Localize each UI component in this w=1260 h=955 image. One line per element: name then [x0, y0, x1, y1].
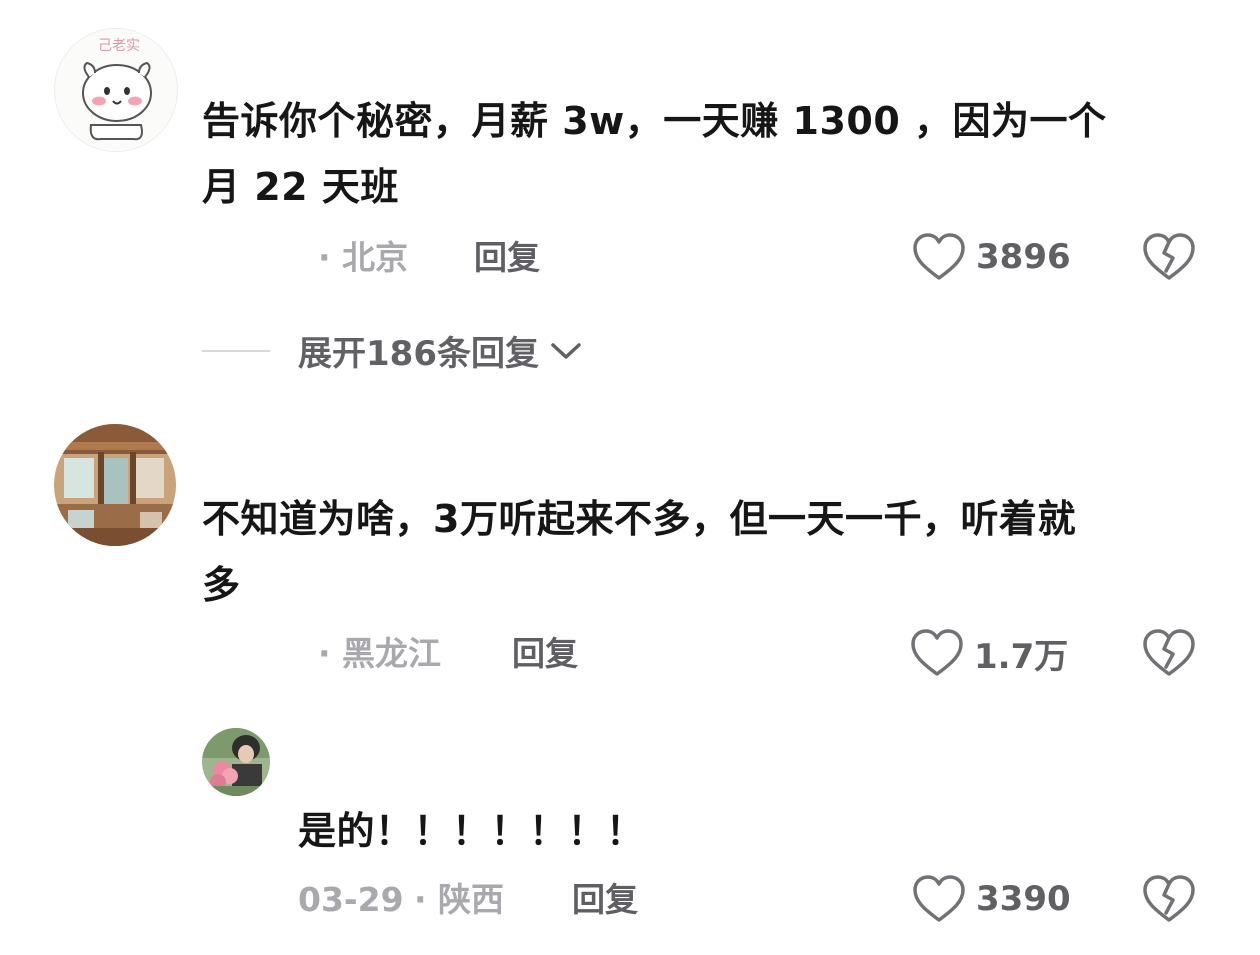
- expand-replies-label: 展开186条回复: [298, 334, 539, 374]
- avatar-interior-photo[interactable]: [54, 424, 176, 546]
- broken-heart-icon: [1143, 875, 1195, 922]
- avatar-watermark-text: 己老实: [98, 38, 140, 54]
- dislike-button[interactable]: [1142, 627, 1196, 679]
- reply-button[interactable]: 回复: [474, 238, 540, 278]
- dislike-button[interactable]: [1142, 231, 1196, 283]
- portrait-photo-image: [202, 728, 270, 796]
- heart-outline-icon: [911, 629, 963, 676]
- reply-button[interactable]: 回复: [512, 634, 578, 674]
- comment-date: 03-29: [298, 880, 404, 919]
- cartoon-avatar-image: 己老实: [55, 29, 177, 151]
- chevron-down-icon: [551, 342, 581, 359]
- interior-photo-image: [54, 424, 176, 546]
- comment-text: 告诉你个秘密，月薪 3w，一天赚 1300 ，因为一个 月 22 天班: [202, 88, 1202, 220]
- comment-location: · 北京: [318, 238, 409, 277]
- broken-heart-icon: [1143, 629, 1195, 676]
- comment-location: · 黑龙江: [318, 634, 442, 673]
- dislike-button[interactable]: [1142, 873, 1196, 925]
- comment-text-line: 月 22 天班: [202, 165, 399, 209]
- like-button[interactable]: 1.7万: [910, 628, 1068, 678]
- broken-heart-icon: [1143, 233, 1195, 280]
- comment-location: · 陕西: [414, 880, 505, 919]
- expand-replies-button[interactable]: 展开186条回复: [202, 326, 583, 375]
- comment-text: 是的！！！！！！！: [298, 809, 645, 853]
- expand-divider-line: [202, 349, 270, 352]
- like-button[interactable]: 3896: [912, 232, 1071, 282]
- avatar-cartoon[interactable]: 己老实: [54, 28, 178, 152]
- like-count: 3896: [976, 237, 1071, 277]
- comment-text-line: 多: [202, 563, 241, 607]
- comment-text-line: 不知道为啥，3万听起来不多，但一天一千，听着就: [202, 497, 1076, 541]
- reply-button[interactable]: 回复: [572, 880, 638, 920]
- like-count: 3390: [976, 879, 1071, 919]
- heart-outline-icon: [913, 233, 965, 280]
- comment-text: 不知道为啥，3万听起来不多，但一天一千，听着就 多: [202, 486, 1202, 618]
- like-count: 1.7万: [974, 636, 1069, 677]
- avatar-portrait-photo[interactable]: [202, 728, 270, 796]
- heart-outline-icon: [913, 875, 965, 922]
- like-button[interactable]: 3390: [912, 874, 1071, 924]
- comment-text-line: 告诉你个秘密，月薪 3w，一天赚 1300 ，因为一个: [202, 99, 1107, 143]
